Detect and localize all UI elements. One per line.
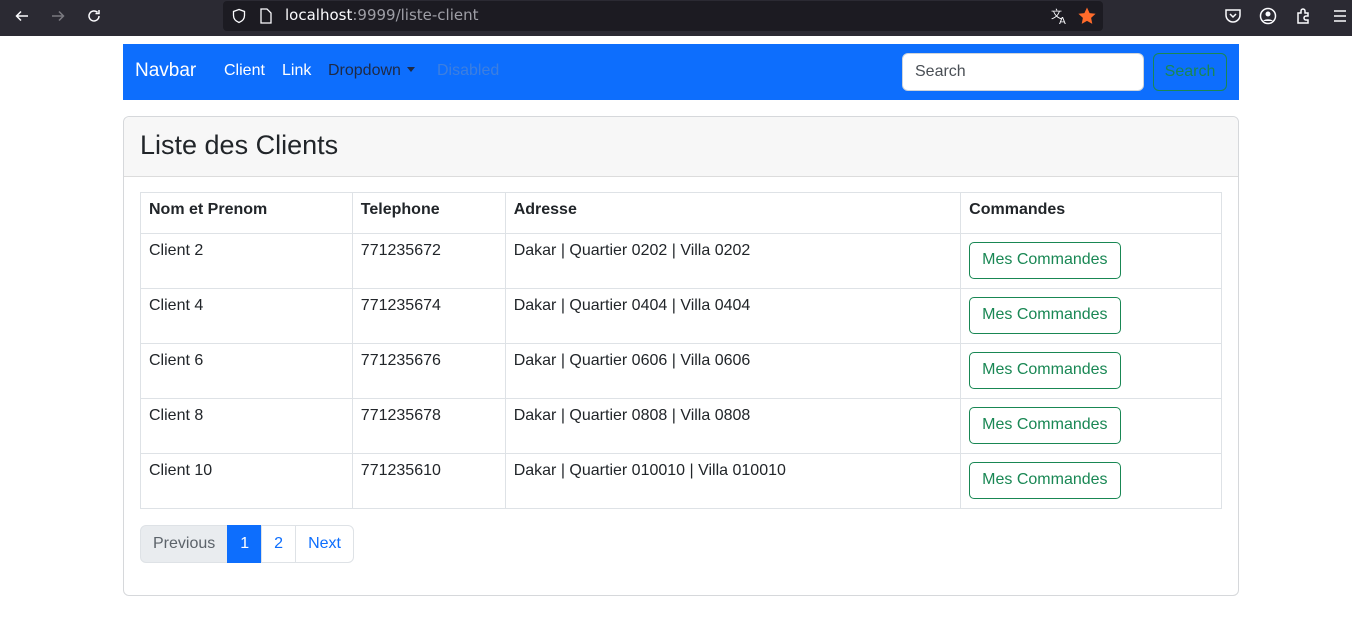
cell-orders: Mes Commandes bbox=[960, 398, 1222, 454]
mes-commandes-button[interactable]: Mes Commandes bbox=[969, 242, 1121, 279]
cell-name: Client 10 bbox=[140, 453, 353, 509]
navbar-brand[interactable]: Navbar bbox=[135, 60, 196, 82]
menu-icon[interactable] bbox=[1330, 6, 1350, 26]
cell-address: Dakar | Quartier 0606 | Villa 0606 bbox=[504, 343, 962, 399]
column-header-address: Adresse bbox=[504, 192, 962, 234]
nav-link-link[interactable]: Link bbox=[282, 62, 311, 80]
search-button[interactable]: Search bbox=[1153, 53, 1227, 91]
table-row: Client 10 771235610 Dakar | Quartier 010… bbox=[140, 453, 1222, 509]
cell-orders: Mes Commandes bbox=[960, 453, 1222, 509]
shield-icon[interactable] bbox=[231, 8, 247, 24]
cell-phone: 771235674 bbox=[351, 288, 506, 344]
cell-name: Client 2 bbox=[140, 233, 353, 289]
mes-commandes-button[interactable]: Mes Commandes bbox=[969, 297, 1121, 334]
pagination: Previous 1 2 Next bbox=[140, 525, 354, 563]
page-icon bbox=[260, 8, 272, 24]
back-arrow-icon[interactable] bbox=[8, 4, 36, 28]
navbar: Navbar Client Link Dropdown Disabled Sea… bbox=[123, 44, 1239, 100]
page-title: Liste des Clients bbox=[140, 130, 339, 160]
mes-commandes-button[interactable]: Mes Commandes bbox=[969, 352, 1121, 389]
card-header: Liste des Clients bbox=[124, 117, 1238, 177]
nav-link-client[interactable]: Client bbox=[224, 62, 265, 80]
cell-address: Dakar | Quartier 010010 | Villa 010010 bbox=[504, 453, 962, 509]
url-text[interactable]: localhost:9999/liste-client bbox=[285, 6, 479, 24]
clients-card: Liste des Clients Nom et Prenom Telephon… bbox=[123, 116, 1239, 596]
cell-address: Dakar | Quartier 0808 | Villa 0808 bbox=[504, 398, 962, 454]
address-bar[interactable]: localhost:9999/liste-client 文A bbox=[223, 1, 1103, 31]
cell-orders: Mes Commandes bbox=[960, 288, 1222, 344]
table-row: Client 6 771235676 Dakar | Quartier 0606… bbox=[140, 343, 1222, 399]
pagination-next[interactable]: Next bbox=[295, 525, 354, 563]
pocket-icon[interactable] bbox=[1223, 6, 1243, 26]
column-header-phone: Telephone bbox=[351, 192, 506, 234]
table-row: Client 8 771235678 Dakar | Quartier 0808… bbox=[140, 398, 1222, 454]
cell-phone: 771235610 bbox=[351, 453, 506, 509]
cell-name: Client 8 bbox=[140, 398, 353, 454]
column-header-orders: Commandes bbox=[960, 192, 1222, 234]
extensions-icon[interactable] bbox=[1294, 6, 1314, 26]
cell-name: Client 6 bbox=[140, 343, 353, 399]
cell-phone: 771235676 bbox=[351, 343, 506, 399]
pagination-page-2[interactable]: 2 bbox=[261, 525, 297, 563]
table-row: Client 4 771235674 Dakar | Quartier 0404… bbox=[140, 288, 1222, 344]
mes-commandes-button[interactable]: Mes Commandes bbox=[969, 407, 1121, 444]
cell-phone: 771235672 bbox=[351, 233, 506, 289]
caret-down-icon bbox=[406, 67, 415, 72]
mes-commandes-button[interactable]: Mes Commandes bbox=[969, 462, 1121, 499]
table-row: Client 2 771235672 Dakar | Quartier 0202… bbox=[140, 233, 1222, 289]
browser-toolbar: localhost:9999/liste-client 文A bbox=[0, 0, 1352, 36]
svg-text:A: A bbox=[1059, 16, 1066, 25]
reload-icon[interactable] bbox=[80, 4, 108, 28]
account-icon[interactable] bbox=[1258, 6, 1278, 26]
cell-address: Dakar | Quartier 0404 | Villa 0404 bbox=[504, 288, 962, 344]
clients-table: Nom et Prenom Telephone Adresse Commande… bbox=[140, 192, 1222, 509]
table-header-row: Nom et Prenom Telephone Adresse Commande… bbox=[140, 192, 1222, 234]
cell-phone: 771235678 bbox=[351, 398, 506, 454]
cell-orders: Mes Commandes bbox=[960, 343, 1222, 399]
column-header-name: Nom et Prenom bbox=[140, 192, 353, 234]
nav-link-disabled: Disabled bbox=[437, 62, 500, 79]
search-input[interactable] bbox=[902, 53, 1144, 91]
pagination-page-1[interactable]: 1 bbox=[227, 525, 263, 563]
forward-arrow-icon[interactable] bbox=[44, 4, 72, 28]
translate-icon[interactable]: 文A bbox=[1051, 7, 1069, 25]
nav-dropdown[interactable]: Dropdown bbox=[328, 62, 415, 80]
cell-orders: Mes Commandes bbox=[960, 233, 1222, 289]
cell-name: Client 4 bbox=[140, 288, 353, 344]
pagination-previous[interactable]: Previous bbox=[140, 525, 229, 563]
nav-dropdown-label: Dropdown bbox=[328, 62, 401, 79]
bookmark-star-icon[interactable] bbox=[1077, 6, 1097, 26]
cell-address: Dakar | Quartier 0202 | Villa 0202 bbox=[504, 233, 962, 289]
